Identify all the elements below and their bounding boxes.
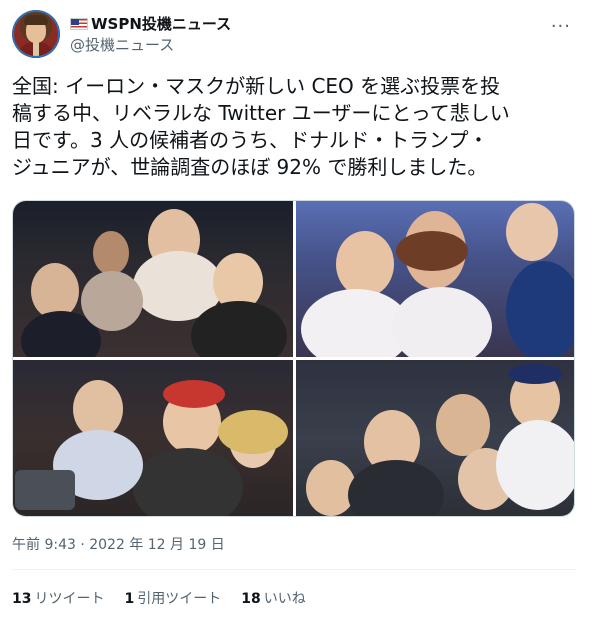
quotes-stat[interactable]: 1 引用ツイート xyxy=(124,588,221,608)
photo-grid xyxy=(12,200,575,517)
photo-4[interactable] xyxy=(296,360,574,516)
photo-3-laptop xyxy=(15,470,75,510)
tweet-timestamp[interactable]: 午前 9:43 · 2022 年 12 月 19 日 xyxy=(12,534,225,554)
quotes-label: 引用ツイート xyxy=(137,591,222,607)
likes-count: 18 xyxy=(241,591,261,607)
avatar-ring xyxy=(12,10,60,58)
divider-top xyxy=(12,569,577,570)
photo-3-hat xyxy=(163,380,225,408)
retweets-count: 13 xyxy=(12,591,32,607)
tweet-text: 全国: イーロン・マスクが新しい CEO を選ぶ投票を投 稿する中、リベラルな … xyxy=(12,74,510,179)
photo-1-body-d xyxy=(81,271,143,331)
photo-1-body-c xyxy=(191,301,287,357)
photo-4-body-b xyxy=(348,460,444,516)
photo-3-hair-c xyxy=(218,410,288,454)
photo-2-face-c xyxy=(506,203,558,261)
author-display-name[interactable]: WSPN投機ニュース xyxy=(70,14,231,34)
photo-4-cap xyxy=(508,364,562,384)
photo-4-body-e xyxy=(496,420,574,510)
us-flag-icon xyxy=(70,18,88,30)
author-handle[interactable]: @投機ニュース xyxy=(70,35,231,55)
photo-2-face-a xyxy=(336,231,394,297)
avatar[interactable] xyxy=(12,10,60,58)
photo-2-hair-b xyxy=(396,231,468,271)
engagement-stats: 13 リツイート 1 引用ツイート 18 いいね xyxy=(12,588,306,608)
photo-1-face-d xyxy=(93,231,129,275)
likes-stat[interactable]: 18 いいね xyxy=(241,588,305,608)
tweet-header: WSPN投機ニュース @投機ニュース ··· xyxy=(12,10,577,62)
quotes-count: 1 xyxy=(124,591,135,607)
likes-label: いいね xyxy=(263,591,306,607)
photo-3-body-a xyxy=(133,448,243,516)
more-horizontal-icon[interactable]: ··· xyxy=(551,16,571,37)
photo-3[interactable] xyxy=(13,360,293,516)
retweets-stat[interactable]: 13 リツイート xyxy=(12,588,104,608)
retweets-label: リツイート xyxy=(34,591,105,607)
author-display-name-text: WSPN投機ニュース xyxy=(91,15,232,33)
photo-2-body-b xyxy=(392,287,492,357)
photo-2-body-c xyxy=(506,261,574,357)
photo-1[interactable] xyxy=(13,201,293,357)
photo-4-face-c xyxy=(436,394,490,456)
photo-2[interactable] xyxy=(296,201,574,357)
author-block: WSPN投機ニュース @投機ニュース xyxy=(70,14,231,55)
